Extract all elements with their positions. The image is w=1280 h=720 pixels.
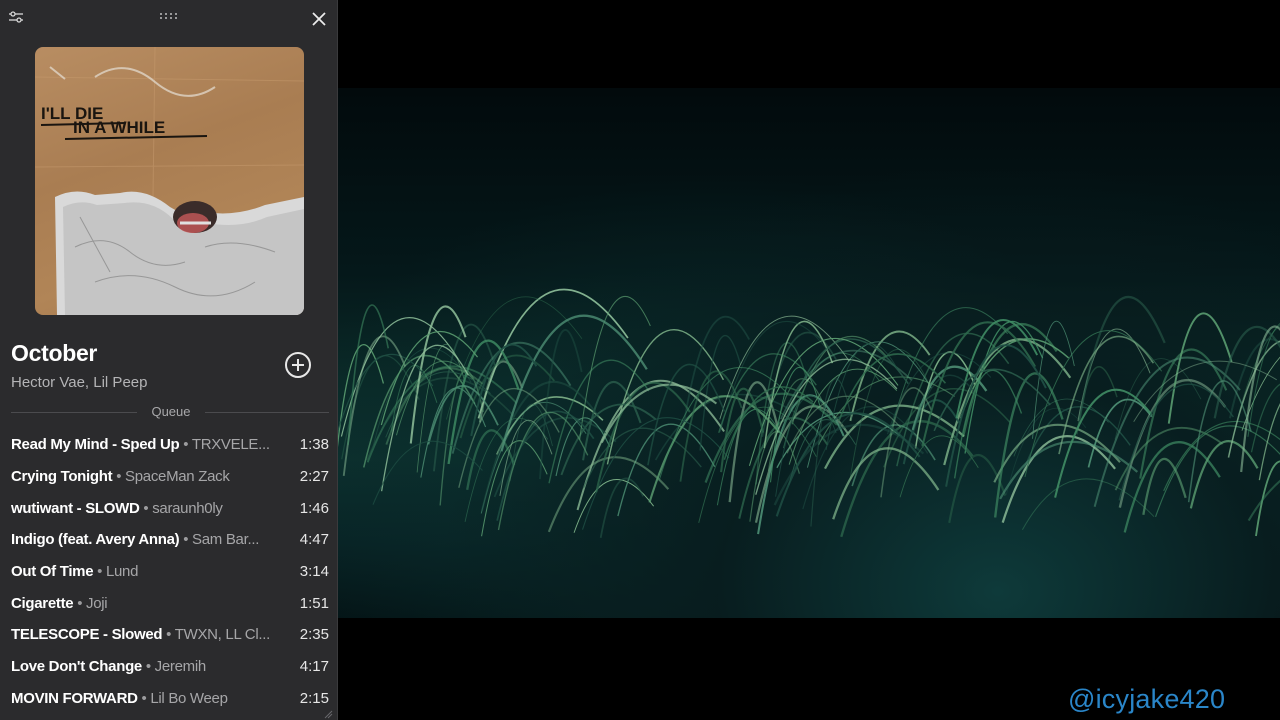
album-cover: I'LL DIE IN A WHILE	[35, 47, 304, 315]
queue-song-title: Out Of Time	[11, 563, 94, 581]
queue-item[interactable]: MOVIN FORWARD • Lil Bo Weep 2:15	[11, 683, 329, 715]
plus-circle-icon[interactable]	[284, 351, 312, 379]
player-titlebar	[0, 0, 338, 40]
queue-item[interactable]: TELESCOPE - Slowed • TWXN, LL Cl... 2:35	[11, 619, 329, 651]
queue-song-title: Love Don't Change	[11, 658, 142, 676]
queue-separator: •	[179, 531, 193, 549]
grass-blade	[825, 343, 898, 451]
queue-separator: •	[141, 658, 155, 676]
queue-artist: Joji	[86, 594, 108, 612]
queue-separator: •	[139, 499, 153, 517]
queue-artist: Sam Bar...	[192, 531, 260, 549]
grass-blade	[1228, 338, 1280, 419]
queue-list: Read My Mind - Sped Up • TRXVELE... 1:38 C…	[11, 429, 329, 714]
queue-artist: saraunh0ly	[152, 499, 223, 517]
grass-blade	[1255, 460, 1280, 537]
queue-duration: 1:51	[299, 594, 329, 612]
queue-artist: TRXVELE...	[191, 436, 270, 454]
grass-blade	[617, 423, 716, 517]
queue-item-text: TELESCOPE - Slowed • TWXN, LL Cl...	[11, 626, 281, 643]
queue-artist: Lund	[105, 563, 139, 581]
queue-item[interactable]: Indigo (feat. Avery Anna) • Sam Bar... 4:…	[11, 524, 329, 556]
cover-text-line2: IN A WHILE	[73, 118, 165, 137]
queue-item-text: Out Of Time • Lund	[11, 563, 281, 580]
queue-separator: •	[179, 436, 192, 454]
queue-item[interactable]: Cigarette • Joji 1:51	[11, 587, 329, 619]
drag-handle-icon[interactable]	[156, 8, 182, 24]
queue-duration: 4:17	[299, 658, 329, 676]
queue-separator: •	[137, 689, 151, 707]
queue-item-text: Crying Tonight • SpaceMan Zack	[11, 468, 281, 485]
queue-artist: SpaceMan Zack	[125, 468, 230, 486]
queue-item[interactable]: Read My Mind - Sped Up • TRXVELE... 1:38	[11, 429, 329, 461]
queue-separator: •	[93, 563, 106, 581]
grass-blade	[933, 368, 1051, 432]
queue-item[interactable]: Love Don't Change • Jeremih 4:17	[11, 651, 329, 683]
queue-separator: •	[162, 626, 175, 644]
queue-duration: 2:15	[299, 689, 329, 707]
queue-item[interactable]: Out Of Time • Lund 3:14	[11, 556, 329, 588]
grass-blade	[547, 456, 670, 533]
mini-player: I'LL DIE IN A WHILE October Hector Vae, …	[0, 0, 338, 720]
watermark-handle: @icyjake420	[1068, 684, 1226, 714]
queue-separator: •	[73, 594, 87, 612]
queue-item-text: Read My Mind - Sped Up • TRXVELE...	[11, 436, 281, 453]
queue-duration: 2:35	[299, 626, 329, 644]
grass-blade	[560, 403, 657, 476]
divider-line-right	[205, 412, 329, 413]
sliders-icon[interactable]	[6, 8, 26, 26]
queue-duration: 2:27	[299, 468, 329, 486]
track-artist[interactable]: Hector Vae, Lil Peep	[11, 374, 147, 391]
grass-illustration	[338, 288, 1280, 538]
grass-blade	[1258, 403, 1280, 481]
queue-divider: Queue	[11, 404, 329, 422]
queue-duration: 1:38	[299, 436, 329, 454]
grass-blade	[757, 394, 845, 535]
grass-blade	[409, 305, 467, 444]
track-title[interactable]: October	[11, 340, 97, 367]
queue-item-text: Love Don't Change • Jeremih	[11, 658, 281, 675]
grass-blade	[1032, 320, 1075, 439]
queue-label: Queue	[151, 404, 191, 419]
queue-item[interactable]: wutiwant - SLOWD • saraunh0ly 1:46	[11, 492, 329, 524]
queue-item-text: Indigo (feat. Avery Anna) • Sam Bar...	[11, 531, 281, 548]
grass-blade	[1021, 478, 1155, 531]
queue-song-title: MOVIN FORWARD	[11, 689, 138, 707]
queue-song-title: Crying Tonight	[11, 468, 113, 486]
queue-item-text: Cigarette • Joji	[11, 595, 281, 612]
queue-song-title: TELESCOPE - Slowed	[11, 626, 163, 644]
grass-blade	[459, 354, 556, 439]
grass-blade	[1163, 420, 1280, 492]
queue-song-title: wutiwant - SLOWD	[11, 499, 140, 517]
wallpaper-grass-photo	[338, 88, 1280, 618]
queue-item[interactable]: Crying Tonight • SpaceMan Zack 2:27	[11, 461, 329, 493]
grass-blade	[945, 344, 1047, 487]
close-icon[interactable]	[308, 8, 330, 30]
queue-artist: TWXN, LL Cl...	[174, 626, 271, 644]
divider-line-left	[11, 412, 137, 413]
grass-blade	[810, 378, 853, 527]
queue-song-title: Read My Mind - Sped Up	[11, 436, 180, 454]
queue-duration: 1:46	[299, 499, 329, 517]
queue-duration: 3:14	[299, 563, 329, 581]
queue-item-text: MOVIN FORWARD • Lil Bo Weep	[11, 690, 281, 707]
grass-blade	[477, 288, 629, 419]
queue-artist: Jeremih	[154, 658, 207, 676]
queue-artist: Lil Bo Weep	[150, 689, 228, 707]
queue-item-text: wutiwant - SLOWD • saraunh0ly	[11, 500, 281, 517]
grass-blade	[573, 479, 655, 533]
grass-blade	[1240, 325, 1280, 473]
queue-song-title: Cigarette	[11, 594, 74, 612]
resize-grip-icon[interactable]	[323, 706, 333, 719]
desktop-stage: I'LL DIE IN A WHILE October Hector Vae, …	[0, 0, 1280, 720]
grass-blade	[1167, 312, 1233, 424]
queue-song-title: Indigo (feat. Avery Anna)	[11, 531, 180, 549]
queue-duration: 4:47	[299, 531, 329, 549]
grass-blade	[599, 477, 645, 538]
grass-blade	[576, 379, 725, 511]
grass-blade	[1189, 440, 1259, 509]
grass-blade	[1123, 441, 1221, 533]
queue-separator: •	[112, 468, 126, 486]
